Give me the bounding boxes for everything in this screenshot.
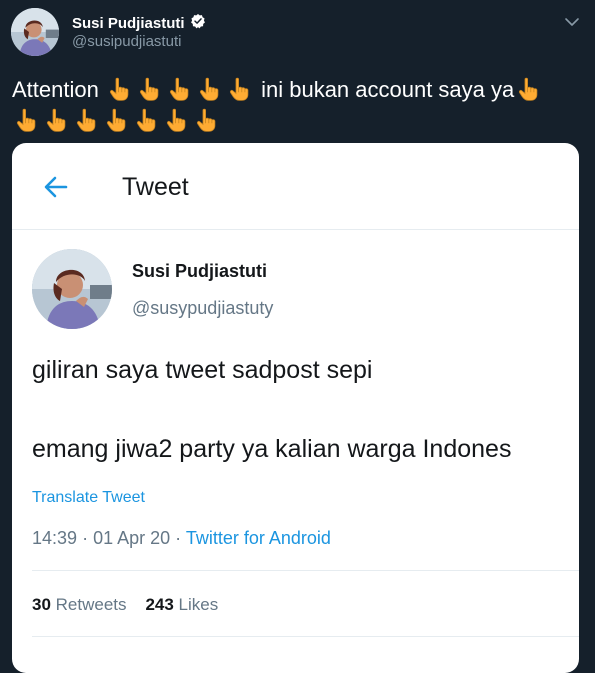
pointing-up-emoji-icon bbox=[139, 77, 161, 101]
chevron-down-icon[interactable] bbox=[562, 12, 582, 32]
meta-separator: · bbox=[82, 528, 94, 548]
screenshot-tweet-line-1: giliran saya tweet sadpost sepi bbox=[32, 356, 373, 384]
retweets-label: Retweets bbox=[55, 595, 127, 614]
pointing-up-emoji-icon bbox=[229, 77, 251, 101]
meta-separator: · bbox=[175, 528, 186, 548]
screenshot-author-avatar bbox=[32, 249, 112, 329]
pointing-up-emoji-icon bbox=[518, 77, 540, 101]
screenshot-source: Twitter for Android bbox=[185, 528, 331, 548]
screenshot-tweet-line-2: emang jiwa2 party ya kalian warga Indone… bbox=[32, 435, 512, 463]
author-name-row: Susi Pudjiastuti bbox=[72, 13, 206, 34]
pointing-up-emoji-icon bbox=[46, 108, 68, 132]
pointing-up-emoji-icon bbox=[106, 108, 128, 132]
likes-count: 243 bbox=[145, 595, 174, 614]
divider bbox=[32, 636, 579, 637]
pointing-up-emoji-icon bbox=[169, 77, 191, 101]
attached-screenshot-image[interactable]: Tweet Susi Pudjiastuti @susypudjiastuty … bbox=[12, 143, 579, 673]
pointing-up-emoji-icon bbox=[196, 108, 218, 132]
screenshot-engagement-stats: 30 Retweets 243 Likes bbox=[32, 595, 218, 615]
pointing-up-emoji-icon bbox=[166, 108, 188, 132]
pointing-up-emoji-icon bbox=[109, 77, 131, 101]
author-handle[interactable]: @susipudjiastuti bbox=[72, 33, 181, 50]
divider bbox=[32, 570, 579, 571]
screenshot-author-handle: @susypudjiastuty bbox=[132, 298, 274, 318]
verified-badge-icon bbox=[190, 13, 206, 34]
screenshot-header: Tweet bbox=[12, 143, 579, 230]
tweet-text-start: Attention bbox=[12, 77, 99, 102]
author-display-name[interactable]: Susi Pudjiastuti bbox=[72, 15, 185, 32]
pointing-up-emoji-icon bbox=[16, 108, 38, 132]
screenshot-author-name: Susi Pudjiastuti bbox=[132, 261, 268, 281]
pointing-up-emoji-icon bbox=[76, 108, 98, 132]
screenshot-date: 01 Apr 20 bbox=[93, 528, 171, 548]
screenshot-header-title: Tweet bbox=[122, 173, 189, 201]
screenshot-tweet-meta: 14:39 · 01 Apr 20 · Twitter for Android bbox=[32, 528, 331, 549]
screenshot-time: 14:39 bbox=[32, 528, 78, 548]
likes-label: Likes bbox=[178, 595, 219, 614]
pointing-up-emoji-icon bbox=[136, 108, 158, 132]
author-avatar[interactable] bbox=[11, 8, 59, 56]
tweet-text-middle: ini bukan account saya ya bbox=[261, 77, 515, 102]
pointing-up-emoji-icon bbox=[199, 77, 221, 101]
retweets-count: 30 bbox=[32, 595, 51, 614]
back-arrow-icon bbox=[42, 173, 70, 201]
screenshot-translate-label: Translate Tweet bbox=[32, 489, 145, 506]
tweet-text: Attention ini bukan account saya ya bbox=[12, 74, 582, 136]
